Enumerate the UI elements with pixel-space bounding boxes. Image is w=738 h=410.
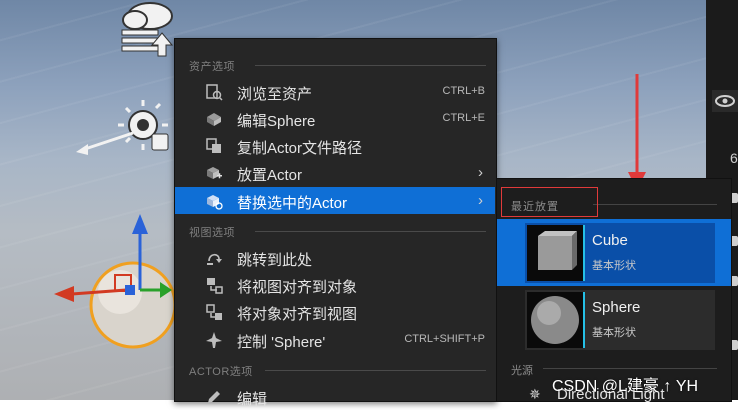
menu-item-label: 将对象对齐到视图 [237,306,358,323]
divider [255,65,486,66]
asset-name: Sphere [592,299,641,316]
divider [265,370,486,371]
snap-here-icon [207,253,222,265]
browse-asset-icon [206,84,223,101]
menu-item-label: 编辑 [237,391,268,408]
section-header-asset: 资产选项 [175,53,496,75]
copy-path-icon [206,138,221,153]
menu-item-label: 跳转到此处 [237,252,313,269]
section-title: ACTOR选项 [189,366,253,378]
sphere-thumbnail [527,292,583,348]
light-section-header: 光源 [511,365,533,377]
menu-item-label: 浏览至资产 [237,86,313,103]
context-menu: 资产选项 浏览至资产 CTRL+B 编辑Sphere CTRL+E 复制Acto… [174,38,497,408]
menu-item-align-view-to-object[interactable]: 将视图对齐到对象 [175,271,495,298]
thumbnail-accent [583,225,585,281]
menu-item-label: 将视图对齐到对象 [237,279,358,296]
menu-item-label: 控制 'Sphere' [237,334,326,351]
watermark-text: CSDN @L建豪 ↑ YH [552,378,699,395]
menu-item-shortcut: CTRL+B [442,85,486,97]
red-annotation-box [501,187,598,217]
section-header-view: 视图选项 [175,219,496,241]
menu-item-edit[interactable]: 编辑 [175,383,495,410]
menu-item-shortcut: CTRL+SHIFT+P [404,333,485,345]
pilot-icon [206,332,222,348]
chevron-right-icon: › [478,192,483,209]
section-title: 视图选项 [189,227,235,239]
menu-item-copy-actor-path[interactable]: 复制Actor文件路径 [175,132,495,159]
red-annotation-arrow [628,74,646,190]
panel-number: 6 [730,150,738,166]
visibility-eye-icon[interactable] [712,90,738,112]
menu-item-label: 替换选中的Actor [237,195,348,212]
place-actor-icon [207,167,222,179]
edit-asset-icon [207,113,221,126]
menu-item-shortcut: CTRL+E [442,112,486,124]
chevron-right-icon: › [478,164,483,181]
divider [593,204,717,205]
edit-icon [208,391,220,403]
menu-item-place-actor[interactable]: 放置Actor › [175,159,495,186]
menu-item-replace-selected-actor[interactable]: 替换选中的Actor › [175,187,495,214]
menu-item-edit-sphere[interactable]: 编辑Sphere CTRL+E [175,105,495,132]
asset-item-cube[interactable]: Cube 基本形状 [497,219,731,286]
menu-item-snap-here[interactable]: 跳转到此处 [175,244,495,271]
divider [543,368,717,369]
section-header-actor: ACTOR选项 [175,358,496,380]
divider [255,231,486,232]
asset-name: Cube [592,232,628,249]
directional-light-icon [76,100,169,155]
menu-item-pilot-actor[interactable]: 控制 'Sphere' CTRL+SHIFT+P [175,326,495,353]
asset-type: 基本形状 [592,260,636,272]
menu-item-label: 编辑Sphere [237,113,316,130]
replace-actor-icon [207,195,223,210]
thumbnail-accent [583,292,585,348]
menu-item-label: 复制Actor文件路径 [237,140,363,157]
sky-atmosphere-icon [121,2,174,57]
asset-type: 基本形状 [592,327,636,339]
menu-item-label: 放置Actor [237,167,303,184]
cube-thumbnail [527,225,583,281]
asset-item-sphere[interactable]: Sphere 基本形状 [497,286,731,353]
directional-light-small-icon: ✵ [529,386,541,402]
section-title: 资产选项 [189,61,235,73]
menu-item-align-object-to-view[interactable]: 将对象对齐到视图 [175,298,495,325]
align-view-icon [207,278,223,294]
selected-sphere [89,261,177,349]
align-object-icon [206,304,222,320]
menu-item-browse-to-asset[interactable]: 浏览至资产 CTRL+B [175,78,495,105]
